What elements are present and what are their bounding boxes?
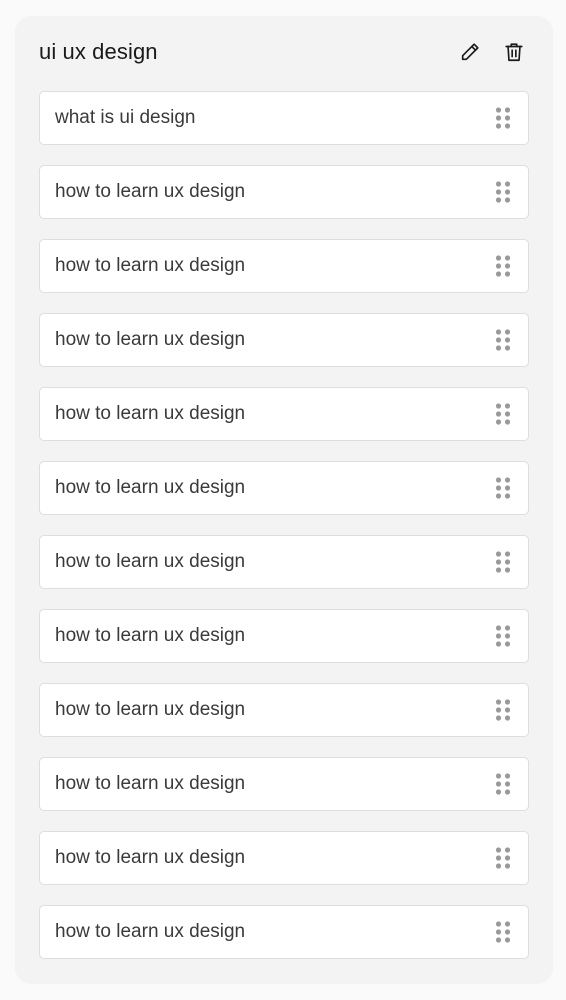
drag-handle-icon bbox=[495, 181, 511, 203]
drag-handle[interactable] bbox=[495, 846, 511, 870]
list-item[interactable]: how to learn ux design bbox=[39, 905, 529, 959]
list-item[interactable]: how to learn ux design bbox=[39, 535, 529, 589]
list-item[interactable]: how to learn ux design bbox=[39, 831, 529, 885]
drag-handle[interactable] bbox=[495, 402, 511, 426]
drag-handle-icon bbox=[495, 107, 511, 129]
drag-handle[interactable] bbox=[495, 698, 511, 722]
drag-handle-icon bbox=[495, 625, 511, 647]
drag-handle[interactable] bbox=[495, 254, 511, 278]
drag-handle[interactable] bbox=[495, 920, 511, 944]
list-item-label: how to learn ux design bbox=[55, 921, 246, 942]
list-item[interactable]: how to learn ux design bbox=[39, 757, 529, 811]
card-header: ui ux design bbox=[39, 34, 529, 70]
group-title: ui ux design bbox=[39, 39, 158, 64]
drag-handle-icon bbox=[495, 773, 511, 795]
list-item[interactable]: how to learn ux design bbox=[39, 387, 529, 441]
drag-handle[interactable] bbox=[495, 624, 511, 648]
drag-handle-icon bbox=[495, 847, 511, 869]
drag-handle[interactable] bbox=[495, 772, 511, 796]
edit-button[interactable] bbox=[455, 37, 485, 67]
drag-handle[interactable] bbox=[495, 476, 511, 500]
drag-handle[interactable] bbox=[495, 180, 511, 204]
list-item-label: what is ui design bbox=[55, 107, 196, 128]
list-item-label: how to learn ux design bbox=[55, 477, 246, 498]
list-item-label: how to learn ux design bbox=[55, 403, 246, 424]
drag-handle[interactable] bbox=[495, 550, 511, 574]
keyword-list: what is ui design how to learn ux design bbox=[39, 91, 529, 979]
list-item[interactable]: how to learn ux design bbox=[39, 239, 529, 293]
drag-handle-icon bbox=[495, 255, 511, 277]
drag-handle-icon bbox=[495, 699, 511, 721]
list-item[interactable]: how to learn ux design bbox=[39, 609, 529, 663]
list-item[interactable]: how to learn ux design bbox=[39, 461, 529, 515]
list-item[interactable]: how to learn ux design bbox=[39, 313, 529, 367]
trash-icon bbox=[505, 43, 523, 62]
list-item-label: how to learn ux design bbox=[55, 847, 246, 868]
list-item[interactable]: how to learn ux design bbox=[39, 165, 529, 219]
drag-handle-icon bbox=[495, 551, 511, 573]
drag-handle-icon bbox=[495, 921, 511, 943]
drag-handle-icon bbox=[495, 329, 511, 351]
header-actions bbox=[455, 37, 529, 67]
list-item[interactable]: how to learn ux design bbox=[39, 683, 529, 737]
list-item-label: how to learn ux design bbox=[55, 699, 246, 720]
list-item-label: how to learn ux design bbox=[55, 255, 246, 276]
list-item-label: how to learn ux design bbox=[55, 181, 246, 202]
drag-handle[interactable] bbox=[495, 328, 511, 352]
delete-button[interactable] bbox=[499, 37, 529, 67]
drag-handle-icon bbox=[495, 477, 511, 499]
drag-handle-icon bbox=[495, 403, 511, 425]
list-item-label: how to learn ux design bbox=[55, 625, 246, 646]
list-item[interactable]: what is ui design bbox=[39, 91, 529, 145]
list-item-label: how to learn ux design bbox=[55, 551, 246, 572]
list-item-label: how to learn ux design bbox=[55, 773, 246, 794]
keyword-group-card: ui ux design what is ui design how to le… bbox=[15, 16, 553, 984]
list-item-label: how to learn ux design bbox=[55, 329, 246, 350]
drag-handle[interactable] bbox=[495, 106, 511, 130]
pencil-icon bbox=[461, 43, 479, 61]
